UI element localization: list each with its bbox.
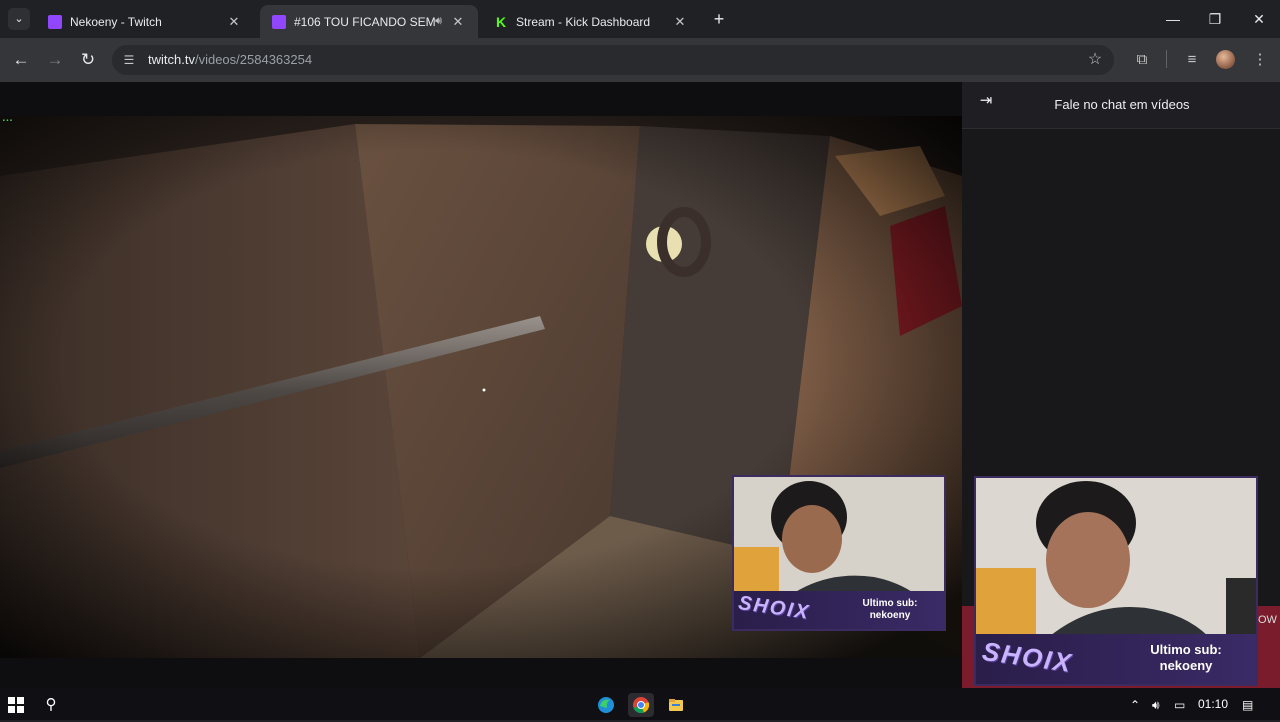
last-sub-label: Ultimo sub: <box>1150 642 1222 657</box>
twitch-icon <box>48 14 62 29</box>
overlay-logo: SHOIX <box>736 592 812 624</box>
kick-icon: K <box>495 13 507 30</box>
overlay-bar: SHOIX Ultimo sub: nekoeny <box>734 591 944 629</box>
more-vertical-icon[interactable]: ⋮ <box>1249 49 1271 71</box>
bookmark-star-icon[interactable]: ☆ <box>1085 50 1105 70</box>
browser-tab[interactable]: K Stream - Kick Dashboard ✕ <box>482 5 700 38</box>
url-text[interactable]: twitch.tv/videos/2584363254 <box>148 52 312 67</box>
taskbar-clock[interactable]: 01:10 <box>1198 697 1228 711</box>
browser-tab-active[interactable]: #106 TOU FICANDO SEM IDEIA 🔊︎ ✕ <box>260 5 478 38</box>
close-icon[interactable]: ✕ <box>672 14 688 30</box>
chrome-icon[interactable] <box>628 693 654 717</box>
edge-icon[interactable] <box>593 693 619 717</box>
tune-icon[interactable]: ☰ <box>121 51 137 69</box>
avatar-icon[interactable] <box>1216 50 1235 69</box>
speaker-icon[interactable]: 🔊︎ <box>435 15 442 28</box>
network-icon[interactable]: ▭ <box>1174 696 1185 714</box>
windows-start-icon[interactable] <box>8 697 24 713</box>
volume-icon[interactable]: 🔊︎ <box>1152 696 1160 714</box>
twitch-icon <box>272 14 286 29</box>
close-icon[interactable]: ✕ <box>226 14 242 30</box>
last-sub-name: nekoeny <box>869 610 911 621</box>
tab-search-button[interactable]: ⌄ <box>8 8 30 30</box>
forward-button[interactable]: → <box>42 48 68 72</box>
tab-title: #106 TOU FICANDO SEM IDEIA <box>294 14 436 29</box>
overlay-logo: SHOIX <box>980 635 1075 679</box>
overlay-bar: SHOIX Ultimo sub: nekoeny <box>976 634 1256 684</box>
media-control-icon[interactable]: ≡ <box>1181 49 1203 71</box>
chat-title: Fale no chat em vídeos <box>1054 97 1190 112</box>
new-tab-button[interactable]: + <box>708 8 730 30</box>
back-button[interactable]: ← <box>8 48 34 72</box>
window-close-button[interactable]: ✕ <box>1236 6 1280 32</box>
file-explorer-icon[interactable] <box>663 693 689 717</box>
webcam-overlay-small: SHOIX Ultimo sub: nekoeny <box>732 475 946 631</box>
chevron-up-icon[interactable]: ⌃ <box>1130 696 1140 714</box>
close-icon[interactable]: ✕ <box>450 14 466 30</box>
collapse-right-icon[interactable]: ⇥ <box>976 91 996 111</box>
tab-title: Stream - Kick Dashboard <box>516 14 651 29</box>
fps-counter: ▪▪▪ <box>2 117 13 124</box>
webcam-overlay-large: SHOIX Ultimo sub: nekoeny <box>974 476 1258 686</box>
url-host: twitch.tv <box>148 52 195 67</box>
last-sub-name: nekoeny <box>1159 658 1213 673</box>
tab-title: Nekoeny - Twitch <box>70 14 162 29</box>
puzzle-icon[interactable]: ⧉ <box>1131 49 1153 71</box>
overlay-edge-text: OW <box>1258 614 1277 626</box>
url-path: /videos/2584363254 <box>194 52 313 67</box>
browser-tab[interactable]: Nekoeny - Twitch ✕ <box>36 5 254 38</box>
notification-icon[interactable]: ▤ <box>1242 696 1253 714</box>
restore-button[interactable]: ❐ <box>1192 6 1238 32</box>
search-icon[interactable]: ⚲ <box>42 696 60 714</box>
reload-button[interactable]: ↻ <box>75 48 101 72</box>
last-sub-label: Ultimo sub: <box>862 598 918 609</box>
minimize-button[interactable]: — <box>1150 6 1196 32</box>
toolbar-divider <box>1166 50 1167 68</box>
